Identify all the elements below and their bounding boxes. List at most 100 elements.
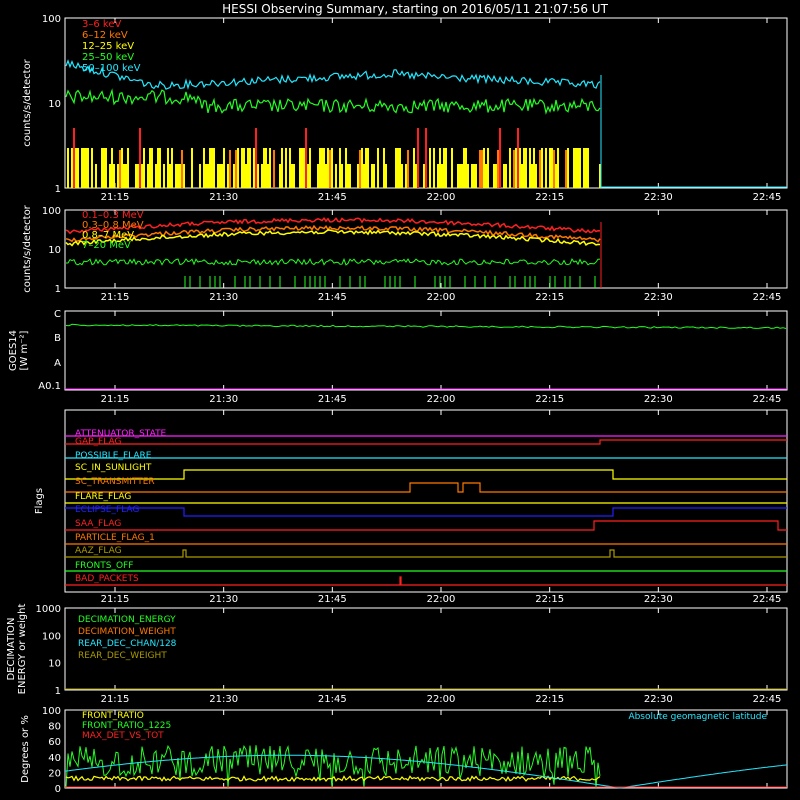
low-energy-bar <box>555 164 557 188</box>
low-energy-bar <box>111 148 113 188</box>
legend-entry: REAR_DEC_WEIGHT <box>78 651 167 661</box>
flag-line <box>65 520 787 531</box>
low-energy-bar <box>207 164 209 188</box>
low-energy-bar <box>323 148 325 188</box>
latitude-annotation: Absolute geomagnetic latitude <box>628 712 767 722</box>
flag-label: ECLIPSE_FLAG <box>75 505 139 515</box>
x-tick-label: 22:30 <box>644 394 673 405</box>
low-energy-bar <box>233 164 235 188</box>
low-energy-bar <box>509 148 511 188</box>
low-energy-bar <box>345 148 347 188</box>
x-tick-label: 21:30 <box>209 694 238 705</box>
low-energy-bar <box>247 148 249 188</box>
low-energy-bar <box>357 164 359 188</box>
y-tick-label: 1 <box>55 686 61 697</box>
low-energy-bar <box>67 148 69 188</box>
decimation-ylabel: DECIMATION <box>6 617 17 680</box>
low-energy-bar <box>281 148 283 188</box>
low-energy-bar <box>183 164 185 188</box>
low-energy-bar <box>465 148 467 188</box>
low-energy-bar <box>175 164 177 188</box>
legend-entry: 50–100 keV <box>82 63 141 74</box>
low-energy-bar <box>285 148 287 188</box>
ratio-ylabel: Degrees or % <box>20 715 31 783</box>
low-energy-bar <box>327 148 329 188</box>
low-energy-bar <box>127 148 129 188</box>
y-tick-label: 60 <box>48 737 61 748</box>
low-energy-bar <box>443 148 445 188</box>
series-front-ratio-1225 <box>65 744 601 789</box>
legend-entry: FRONT_RATIO_1225 <box>82 721 171 731</box>
x-tick-label: 21:15 <box>101 394 130 405</box>
low-energy-bar <box>495 164 497 188</box>
low-energy-bar <box>529 148 531 188</box>
y-tick-label: 1000 <box>36 604 61 615</box>
low-energy-bar <box>371 164 373 188</box>
low-energy-bar <box>545 148 547 188</box>
low-energy-bar <box>137 164 139 188</box>
legend-entry: DECIMATION_ENERGY <box>78 615 176 625</box>
low-energy-bar <box>171 148 173 188</box>
low-energy-bar <box>583 148 585 188</box>
low-energy-bar <box>119 150 121 188</box>
y-tick-label: 0 <box>55 784 61 795</box>
series-50-100keV <box>65 59 601 91</box>
low-energy-bar <box>377 148 379 188</box>
low-energy-bar <box>485 164 487 188</box>
low-energy-bar <box>513 150 515 188</box>
y-tick-label: A <box>54 358 61 369</box>
x-tick-label: 21:45 <box>318 594 347 605</box>
x-tick-label: 22:00 <box>427 192 456 203</box>
low-energy-bar <box>399 148 401 188</box>
low-energy-bar <box>433 148 435 188</box>
low-energy-bar <box>169 164 171 188</box>
x-tick-label: 21:45 <box>318 292 347 303</box>
y-tick-label: 80 <box>48 722 61 733</box>
x-tick-label: 22:15 <box>535 292 564 303</box>
low-energy-bar <box>439 148 441 188</box>
legend-entry: REAR_DEC_CHAN/128 <box>78 639 177 649</box>
low-energy-bar <box>579 148 581 188</box>
legend-entry: 25–50 keV <box>82 52 134 63</box>
x-tick-label: 21:30 <box>209 594 238 605</box>
low-energy-bar <box>533 148 535 188</box>
low-energy-bar <box>181 150 183 188</box>
low-energy-bar <box>335 164 337 188</box>
low-energy-bar <box>303 148 305 188</box>
flag-line <box>65 469 787 480</box>
low-energy-bar <box>525 148 527 188</box>
low-energy-bar <box>269 148 271 188</box>
low-energy-bar <box>73 128 75 188</box>
low-energy-bar <box>163 164 165 188</box>
low-energy-bar <box>325 164 327 188</box>
legend-entry: FRONT_RATIO <box>82 711 144 721</box>
low-energy-bar <box>587 148 589 188</box>
low-energy-bar <box>149 148 151 188</box>
x-tick-label: 22:00 <box>427 594 456 605</box>
flag-line <box>65 576 787 586</box>
low-energy-bar <box>71 148 73 188</box>
low-energy-bar <box>85 148 87 188</box>
low-energy-bar <box>575 148 577 188</box>
low-energy-bar <box>535 164 537 188</box>
low-energy-bar <box>101 148 103 188</box>
x-tick-label: 21:45 <box>318 694 347 705</box>
low-energy-bar <box>307 164 309 188</box>
low-energy-bar <box>273 150 275 188</box>
low-energy-bar <box>77 148 79 188</box>
series-25-50keV <box>65 88 601 115</box>
low-energy-bar <box>179 164 181 188</box>
low-energy-bar <box>473 164 475 188</box>
low-energy-bar <box>305 128 307 188</box>
low-energy-bar <box>519 148 521 188</box>
flags-frame <box>64 409 788 593</box>
low-energy-bar <box>553 150 555 188</box>
low-energy-bar <box>83 148 85 188</box>
low-energy-bar <box>585 148 587 188</box>
low-energy-bar <box>395 148 397 188</box>
low-energy-bar <box>573 148 575 188</box>
low-energy-bar <box>441 164 443 188</box>
x-tick-label: 22:00 <box>427 292 456 303</box>
flag-label: AAZ_FLAG <box>75 546 122 556</box>
low-energy-bar <box>401 164 403 188</box>
